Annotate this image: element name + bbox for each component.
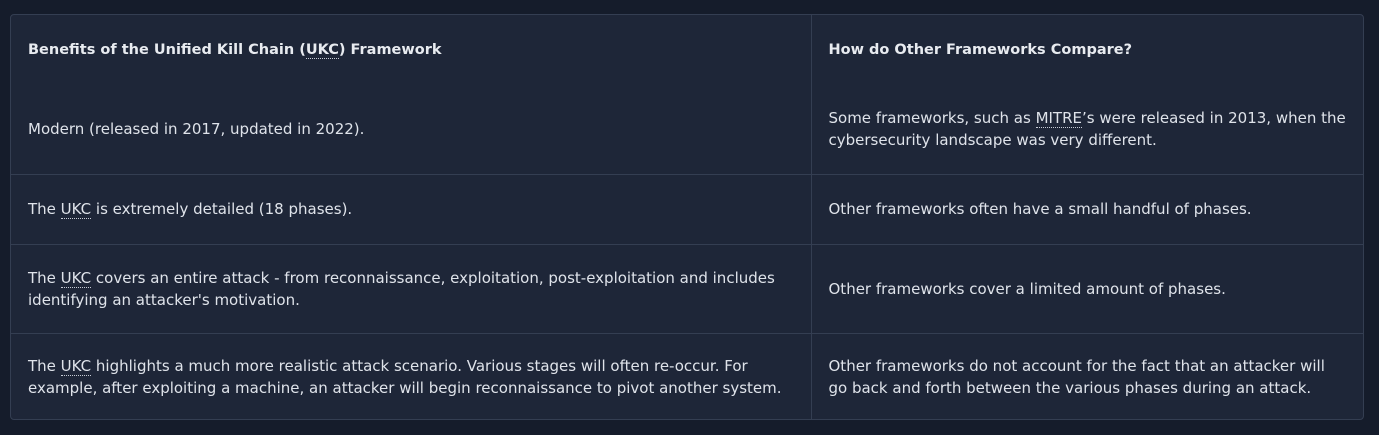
cell-text: covers an entire attack - from reconnais… (28, 268, 775, 309)
abbr-mitre[interactable]: MITRE (1035, 109, 1082, 129)
header-text: How do Other Frameworks Compare? (828, 42, 1133, 58)
comparison-table: Benefits of the Unified Kill Chain (UKC)… (11, 15, 1363, 419)
header-text: ) Framework (338, 42, 442, 58)
cell-benefit: The UKC highlights a much more realistic… (11, 333, 812, 419)
abbr-ukc[interactable]: UKC (305, 42, 339, 59)
table-row: The UKC is extremely detailed (18 phases… (11, 174, 1363, 244)
header-ukc-benefits: Benefits of the Unified Kill Chain (UKC)… (11, 15, 812, 85)
header-text: Benefits of the Unified Kill Chain ( (28, 42, 306, 58)
cell-text: The (28, 268, 61, 287)
cell-comparison: Some frameworks, such as MITRE’s were re… (811, 85, 1363, 174)
cell-text: Some frameworks, such as (828, 109, 1036, 128)
cell-comparison: Other frameworks do not account for the … (811, 333, 1363, 419)
cell-text: Other frameworks cover a limited amount … (828, 279, 1226, 298)
cell-benefit: The UKC is extremely detailed (18 phases… (11, 174, 812, 244)
comparison-table-container: Benefits of the Unified Kill Chain (UKC)… (10, 14, 1364, 420)
cell-text: The (28, 200, 61, 218)
table-row: The UKC covers an entire attack - from r… (11, 244, 1363, 333)
cell-text: is extremely detailed (18 phases). (91, 200, 353, 218)
abbr-ukc[interactable]: UKC (60, 268, 92, 288)
cell-text: The (28, 357, 61, 376)
header-other-frameworks: How do Other Frameworks Compare? (811, 15, 1363, 85)
cell-text: Modern (released in 2017, updated in 202… (28, 120, 365, 139)
abbr-ukc[interactable]: UKC (60, 357, 92, 377)
abbr-ukc[interactable]: UKC (60, 200, 92, 219)
table-header-row: Benefits of the Unified Kill Chain (UKC)… (11, 15, 1363, 85)
table-row: Modern (released in 2017, updated in 202… (11, 85, 1363, 174)
cell-text: Other frameworks do not account for the … (828, 357, 1325, 398)
cell-benefit: The UKC covers an entire attack - from r… (11, 244, 812, 333)
cell-benefit: Modern (released in 2017, updated in 202… (11, 85, 812, 174)
cell-text: highlights a much more realistic attack … (28, 357, 782, 398)
cell-comparison: Other frameworks cover a limited amount … (811, 244, 1363, 333)
cell-comparison: Other frameworks often have a small hand… (811, 174, 1363, 244)
cell-text: Other frameworks often have a small hand… (828, 200, 1252, 218)
table-row: The UKC highlights a much more realistic… (11, 333, 1363, 419)
